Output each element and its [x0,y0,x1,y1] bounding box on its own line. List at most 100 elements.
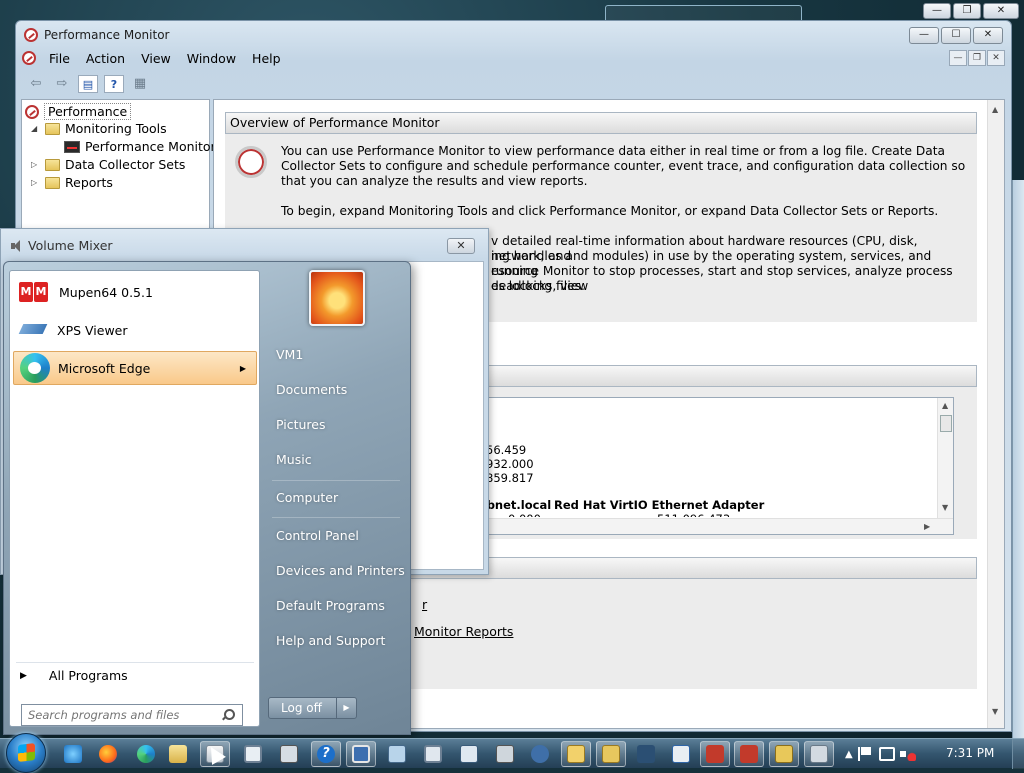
xps-viewer-icon [19,318,49,342]
network-icon[interactable] [382,741,412,767]
perfmon-icon [22,51,36,65]
title-bar: Performance Monitor [24,28,169,42]
calculator-icon[interactable] [274,741,304,767]
close-button[interactable]: ✕ [983,3,1019,19]
scroll-up-arrow-icon[interactable]: ▲ [992,105,998,114]
chart-icon [64,140,80,153]
scroll-down-arrow-icon[interactable]: ▼ [992,707,998,716]
explorer-icon[interactable] [163,741,193,767]
tree-item-reports[interactable]: ▷ Reports [31,175,113,190]
start-link-music[interactable]: Music [276,452,312,467]
start-link-pictures[interactable]: Pictures [276,417,326,432]
maximize-button[interactable]: ☐ [941,27,971,44]
menu-view[interactable]: View [134,49,178,68]
scroll-thumb[interactable] [940,415,952,432]
program-item-xps-viewer[interactable]: XPS Viewer [13,313,257,347]
tree-item-performance-monitor[interactable]: Performance Monitor [64,139,216,154]
task-scheduler-icon[interactable] [454,741,484,767]
start-link-devices-printers[interactable]: Devices and Printers [276,563,405,578]
system-summary-table: 56.459 932.000 859.817 labnet.local Red … [475,397,954,535]
menu-file[interactable]: File [42,49,77,68]
volume-muted-icon[interactable] [899,747,916,761]
scroll-right-arrow-icon[interactable]: ▶ [924,522,930,531]
collapse-arrow-icon[interactable]: ◢ [31,124,40,133]
sync-icon[interactable] [631,741,661,767]
scroll-down-arrow-icon[interactable]: ▼ [942,503,948,512]
tools-icon[interactable] [596,741,626,767]
window-icon[interactable] [418,741,448,767]
shield-icon[interactable] [769,741,799,767]
restore-button[interactable]: ❐ [953,3,981,19]
properties-icon[interactable]: ▦ [130,75,150,93]
content-vertical-scrollbar[interactable]: ▲ ▼ [987,100,1004,728]
minimize-button[interactable]: — [909,27,939,44]
task-manager-icon[interactable] [666,741,696,767]
expand-arrow-icon[interactable]: ▷ [31,178,40,187]
table-vertical-scrollbar[interactable]: ▲ ▼ [937,398,953,518]
menu-help[interactable]: Help [245,49,288,68]
window-title: Performance Monitor [44,28,170,42]
expand-arrow-icon[interactable]: ▷ [31,160,40,169]
mdi-minimize-button[interactable]: — [949,50,967,66]
scroll-up-arrow-icon[interactable]: ▲ [942,401,948,410]
start-button[interactable] [6,733,46,773]
window-icon[interactable] [238,741,268,767]
firefox-icon[interactable] [93,741,123,767]
search-input[interactable] [28,708,218,722]
program-item-microsoft-edge[interactable]: Microsoft Edge ▶ [13,351,257,385]
minimize-button[interactable]: — [923,3,951,19]
mdi-restore-button[interactable]: ❐ [968,50,986,66]
start-link-help-support[interactable]: Help and Support [276,633,385,648]
search-icon[interactable] [222,709,235,721]
ie-icon[interactable] [58,741,88,767]
back-arrow-icon[interactable]: ⇦ [26,75,46,93]
program-label: Microsoft Edge [58,360,151,376]
mdi-close-button[interactable]: ✕ [987,50,1005,66]
table-cell: 511,096.473 [657,512,730,517]
tree-item-performance[interactable]: Performance [25,103,132,120]
flag-icon[interactable] [857,747,874,761]
printer-icon[interactable] [490,741,520,767]
help-icon[interactable]: ? [311,741,341,767]
tree-item-data-collector-sets[interactable]: ▷ Data Collector Sets [31,157,185,172]
divider [272,517,400,518]
start-link-default-programs[interactable]: Default Programs [276,598,385,613]
menu-action[interactable]: Action [79,49,132,68]
volume-mixer-icon[interactable] [804,741,834,767]
partial-link[interactable]: r [422,597,427,612]
perfmon-task-icon[interactable] [561,741,591,767]
forward-arrow-icon[interactable]: ⇨ [52,75,72,93]
table-horizontal-scrollbar[interactable]: ▶ [478,518,953,534]
edge-icon[interactable] [131,741,161,767]
clock[interactable]: 7:31 PM [946,746,994,760]
search-box[interactable] [21,704,243,726]
folder-icon [45,122,60,135]
start-link-user[interactable]: VM1 [276,347,303,362]
program-item-mupen64[interactable]: MM Mupen64 0.5.1 [13,275,257,309]
checklist-icon[interactable] [700,741,730,767]
log-off-button[interactable]: Log off [269,698,336,718]
overview-section-header[interactable]: Overview of Performance Monitor [225,112,977,134]
start-link-documents[interactable]: Documents [276,382,347,397]
user-picture[interactable] [309,270,365,326]
tree-label: Reports [65,175,113,190]
perfmon-icon [25,104,39,119]
show-desktop-button[interactable] [1012,739,1024,769]
close-button[interactable]: ✕ [447,238,475,254]
start-link-control-panel[interactable]: Control Panel [276,528,359,543]
shutdown-options-arrow-icon[interactable]: ▶ [336,698,356,718]
chevron-up-icon[interactable]: ▲ [845,749,853,760]
tree-label: Performance [44,103,132,120]
show-hide-tree-icon[interactable]: ▤ [78,75,98,93]
all-programs-button[interactable]: ▶ All Programs [20,668,128,683]
tree-item-monitoring-tools[interactable]: ◢ Monitoring Tools [31,121,167,136]
help-icon[interactable]: ? [104,75,124,93]
person-icon[interactable] [525,741,555,767]
menu-window[interactable]: Window [180,49,243,68]
remote-desktop-icon[interactable] [346,741,376,767]
monitor-reports-link[interactable]: Monitor Reports [414,624,513,639]
network-tray-icon[interactable] [878,747,895,761]
toolbox-icon[interactable] [734,741,764,767]
start-link-computer[interactable]: Computer [276,490,338,505]
close-button[interactable]: ✕ [973,27,1003,44]
